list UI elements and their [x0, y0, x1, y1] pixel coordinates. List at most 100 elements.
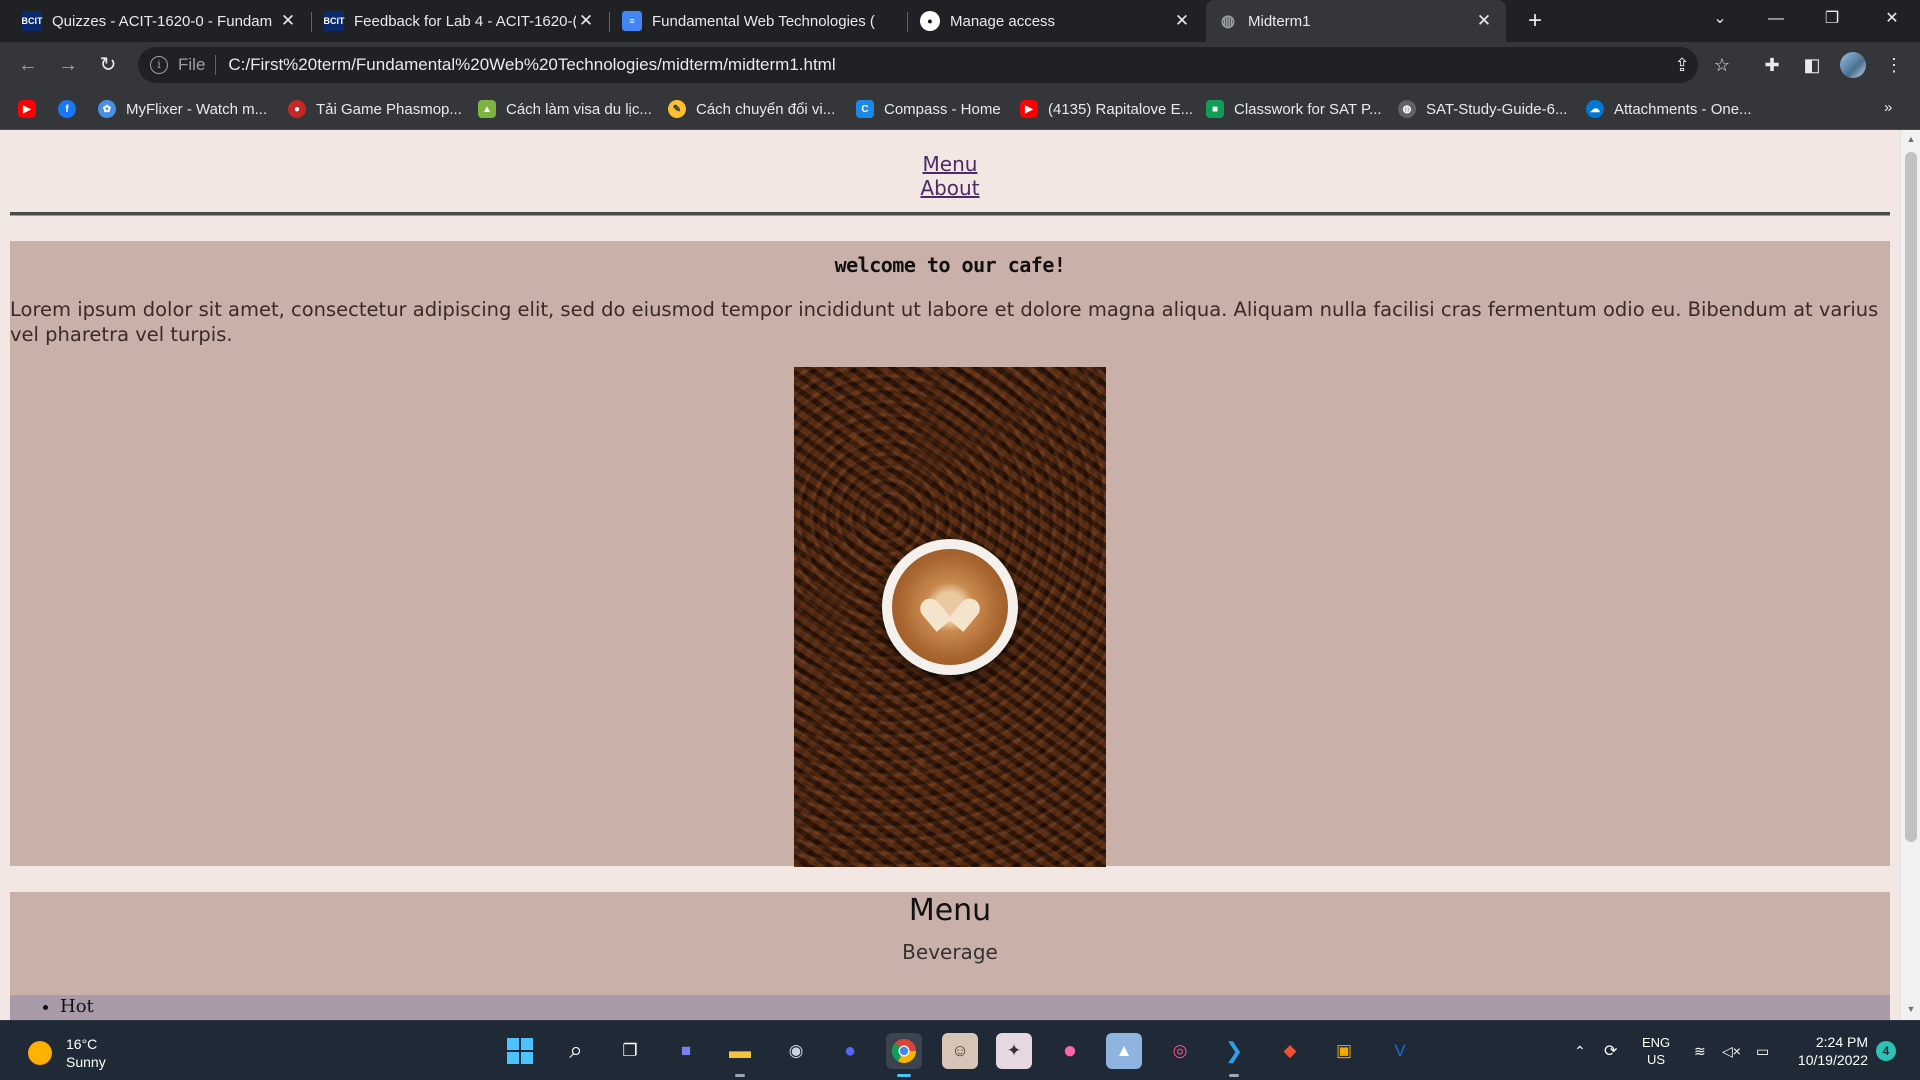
- bookmark-label: Cách làm visa du lịc...: [506, 100, 652, 118]
- tab-strip: BCIT Quizzes - ACIT-1620-0 - Fundam ✕ BC…: [0, 0, 1920, 42]
- nav-link-about[interactable]: About: [0, 176, 1900, 200]
- osu-icon[interactable]: ●: [1052, 1033, 1088, 1069]
- welcome-text: Lorem ipsum dolor sit amet, consectetur …: [10, 298, 1879, 346]
- tab-fundamental-web[interactable]: ≡ Fundamental Web Technologies (: [610, 0, 906, 42]
- running-indicator: [735, 1074, 745, 1077]
- windows-start-icon[interactable]: [502, 1033, 538, 1069]
- share-icon[interactable]: ⇪: [1668, 51, 1696, 79]
- tab-feedback[interactable]: BCIT Feedback for Lab 4 - ACIT-1620-( ✕: [312, 0, 608, 42]
- classroom-icon: ■: [1206, 100, 1224, 118]
- address-bar[interactable]: i File C:/First%20term/Fundamental%20Web…: [138, 47, 1698, 83]
- tab-manage-access[interactable]: ● Manage access ✕: [908, 0, 1204, 42]
- tab-midterm1[interactable]: ◍ Midterm1 ✕: [1206, 0, 1506, 42]
- url-text[interactable]: C:/First%20term/Fundamental%20Web%20Tech…: [228, 55, 835, 75]
- bookmark-rapitalove[interactable]: ▶ (4135) Rapitalove E...: [1020, 97, 1193, 121]
- forward-button[interactable]: →: [52, 49, 84, 81]
- site-info-icon[interactable]: i: [150, 56, 168, 74]
- scrollbar-thumb[interactable]: [1905, 152, 1917, 842]
- page-viewport: Menu About welcome to our cafe! Lorem ip…: [0, 130, 1900, 1020]
- menu-subheading: Beverage: [902, 940, 998, 964]
- anime-game-icon[interactable]: ✦: [996, 1033, 1032, 1069]
- menu-section: Menu Beverage Hot: [10, 892, 1890, 1020]
- bookmark-classwork[interactable]: ■ Classwork for SAT P...: [1206, 97, 1382, 121]
- bookmark-label: SAT-Study-Guide-6...: [1426, 100, 1568, 118]
- tab-title: Quizzes - ACIT-1620-0 - Fundam: [52, 12, 273, 30]
- nav-link-menu[interactable]: Menu: [0, 152, 1900, 176]
- bookmark-label: Classwork for SAT P...: [1234, 100, 1382, 118]
- game-icon[interactable]: ☺: [942, 1033, 978, 1069]
- bookmark-sat-study[interactable]: ◍ SAT-Study-Guide-6...: [1398, 97, 1567, 121]
- close-icon[interactable]: ✕: [1172, 11, 1192, 31]
- bookmark-attachments[interactable]: ☁ Attachments - One...: [1586, 97, 1752, 121]
- avatar[interactable]: [1840, 52, 1866, 78]
- window-close-button[interactable]: ✕: [1864, 0, 1920, 38]
- close-icon[interactable]: ✕: [1474, 11, 1494, 31]
- creative-cloud-icon[interactable]: ◎: [1162, 1033, 1198, 1069]
- bookmark-myflixer[interactable]: ✿ MyFlixer - Watch m...: [98, 97, 267, 121]
- git-icon[interactable]: ◆: [1272, 1033, 1308, 1069]
- page-nav: Menu About: [0, 152, 1900, 200]
- bookmark-compass[interactable]: C Compass - Home: [856, 97, 1001, 121]
- close-icon[interactable]: ✕: [278, 11, 298, 31]
- photos-icon[interactable]: ▲: [1106, 1033, 1142, 1069]
- url-divider: [215, 55, 217, 75]
- bookmark-star-icon[interactable]: ☆: [1708, 51, 1736, 79]
- bookmark-facebook[interactable]: f: [58, 97, 86, 121]
- bookmark-visa[interactable]: ▲ Cách làm visa du lịc...: [478, 97, 652, 121]
- weather-temp: 16°C: [66, 1036, 98, 1052]
- language-indicator[interactable]: ENG US: [1642, 1021, 1670, 1080]
- volume-muted-icon[interactable]: ◁×: [1722, 1021, 1741, 1080]
- close-icon[interactable]: ✕: [576, 11, 596, 31]
- sync-icon[interactable]: ⟳: [1604, 1021, 1617, 1080]
- discord-icon[interactable]: ●: [832, 1033, 868, 1069]
- weather-widget[interactable]: 16°C Sunny: [28, 1035, 106, 1071]
- welcome-section: welcome to our cafe! Lorem ipsum dolor s…: [10, 241, 1890, 867]
- bookmarks-overflow-button[interactable]: »: [1884, 99, 1892, 116]
- steam-icon[interactable]: ◉: [778, 1033, 814, 1069]
- onedrive-icon: ☁: [1586, 100, 1604, 118]
- welcome-heading: welcome to our cafe!: [834, 253, 1066, 277]
- vmware-icon[interactable]: V: [1382, 1033, 1418, 1069]
- battery-icon[interactable]: ▭: [1756, 1021, 1769, 1080]
- new-tab-button[interactable]: +: [1520, 6, 1550, 36]
- scroll-up-arrow[interactable]: ▲: [1906, 134, 1916, 144]
- side-panel-icon[interactable]: ◧: [1798, 51, 1826, 79]
- bookmark-youtube[interactable]: ▶: [18, 97, 46, 121]
- system-clock[interactable]: 2:24 PM 10/19/2022: [1788, 1033, 1868, 1069]
- teams-chat-icon[interactable]: ■: [668, 1033, 704, 1069]
- divider: [10, 212, 1890, 216]
- scroll-down-arrow[interactable]: ▼: [1906, 1004, 1916, 1014]
- wifi-icon[interactable]: ≋: [1694, 1021, 1706, 1080]
- windows-taskbar: 16°C Sunny ⌕ ❐ ■ ▬ ◉ ● ☺ ✦ ● ▲ ◎ ❯ ◆ ▣ V…: [0, 1020, 1920, 1080]
- language-code: ENG: [1642, 1035, 1671, 1050]
- reload-button[interactable]: ↻: [92, 49, 124, 81]
- tab-search-icon[interactable]: ⌄: [1692, 0, 1748, 38]
- bookmark-label: MyFlixer - Watch m...: [126, 100, 268, 118]
- compass-icon: C: [856, 100, 874, 118]
- chrome-icon[interactable]: [886, 1033, 922, 1077]
- bookmark-phasmophobia[interactable]: ● Tải Game Phasmop...: [288, 97, 462, 121]
- list-item: Hot: [60, 995, 94, 1019]
- task-view-icon[interactable]: ❐: [612, 1033, 648, 1069]
- bookmark-convert[interactable]: ✎ Cách chuyển đổi vi...: [668, 97, 835, 121]
- back-button[interactable]: ←: [12, 49, 44, 81]
- more-menu-icon[interactable]: ⋮: [1880, 51, 1908, 79]
- vscode-icon[interactable]: ❯: [1216, 1033, 1252, 1077]
- clock-date: 10/19/2022: [1797, 1052, 1868, 1068]
- page-scrollbar[interactable]: ▲ ▼: [1900, 130, 1920, 1020]
- sun-icon: [28, 1041, 52, 1065]
- bookmark-label: Cách chuyển đổi vi...: [696, 100, 836, 118]
- virtualbox-icon[interactable]: ▣: [1326, 1033, 1362, 1069]
- minimize-button[interactable]: —: [1748, 0, 1804, 38]
- notification-badge[interactable]: 4: [1876, 1041, 1896, 1061]
- file-explorer-icon[interactable]: ▬: [722, 1033, 758, 1077]
- extensions-icon[interactable]: ✚: [1758, 51, 1786, 79]
- menu-heading: Menu: [908, 893, 992, 928]
- globe-icon: ◍: [1398, 100, 1416, 118]
- tray-overflow-icon[interactable]: ⌃: [1574, 1021, 1586, 1080]
- restore-button[interactable]: ❐: [1804, 0, 1860, 38]
- bookmarks-bar: ▶ f ✿ MyFlixer - Watch m... ● Tải Game P…: [0, 88, 1920, 130]
- tab-title: Fundamental Web Technologies (: [652, 12, 875, 30]
- search-icon[interactable]: ⌕: [558, 1033, 594, 1069]
- tab-quizzes[interactable]: BCIT Quizzes - ACIT-1620-0 - Fundam ✕: [10, 0, 310, 42]
